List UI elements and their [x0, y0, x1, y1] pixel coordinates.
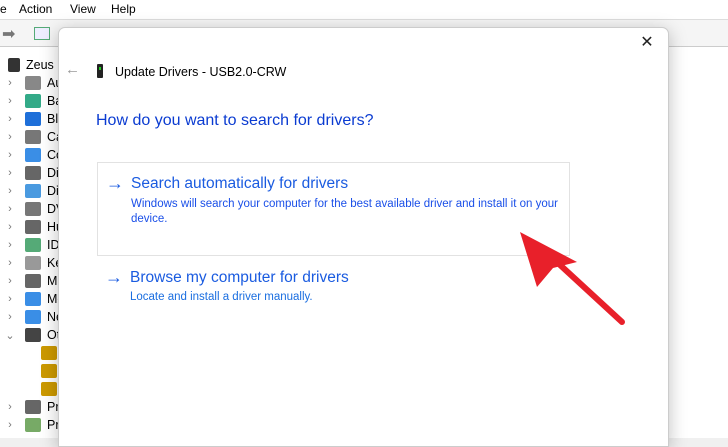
red-annotation-arrow [520, 232, 625, 325]
